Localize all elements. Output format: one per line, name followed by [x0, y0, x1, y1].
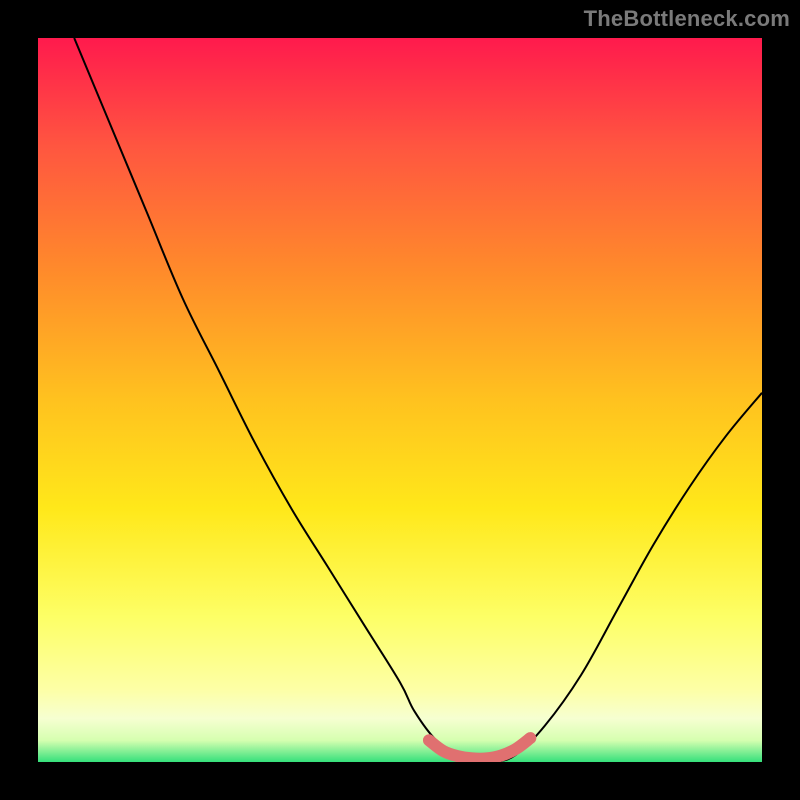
- chart-background: [38, 38, 762, 762]
- watermark-text: TheBottleneck.com: [584, 6, 790, 32]
- bottleneck-chart: [38, 38, 762, 762]
- plot-area: [38, 38, 762, 762]
- chart-stage: TheBottleneck.com: [0, 0, 800, 800]
